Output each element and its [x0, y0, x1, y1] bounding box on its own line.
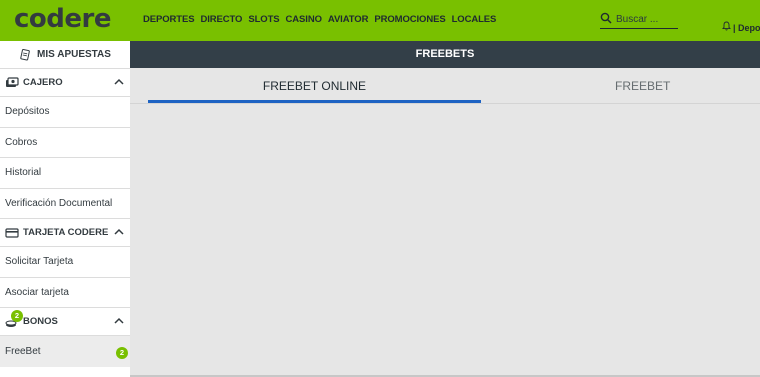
- sidebar-item-historial[interactable]: Historial: [0, 158, 130, 189]
- tab-freebet-online[interactable]: FREEBET ONLINE: [148, 68, 481, 103]
- section-label: CAJERO: [23, 77, 63, 88]
- section-label: TARJETA CODERE: [23, 227, 109, 238]
- deposit-link[interactable]: | Depo: [733, 23, 760, 33]
- search-input[interactable]: [616, 12, 676, 27]
- section-bonos[interactable]: 2 BONOS: [0, 308, 130, 336]
- card-icon: [5, 227, 19, 238]
- codere-logo[interactable]: codere: [14, 4, 111, 34]
- sidebar-item-verificacion[interactable]: Verificación Documental: [0, 189, 130, 219]
- nav-directo[interactable]: DIRECTO: [200, 14, 242, 25]
- bell-icon[interactable]: [722, 21, 731, 31]
- nav-locales[interactable]: LOCALES: [452, 14, 497, 25]
- main-panel: FREEBETS FREEBET ONLINE FREEBET PRESENCI…: [130, 41, 760, 377]
- chevron-up-icon[interactable]: [114, 228, 124, 236]
- tab-freebet-presenciales[interactable]: FREEBET PRESENCIALES: [615, 68, 750, 130]
- sidebar-title: MIS APUESTAS: [37, 49, 111, 60]
- freebet-count-badge: 2: [116, 347, 128, 359]
- sidebar-item-label: FreeBet: [5, 345, 41, 357]
- nav-casino[interactable]: CASINO: [286, 14, 322, 25]
- search-box: [600, 11, 678, 29]
- betslip-icon: [20, 48, 30, 60]
- nav-deportes[interactable]: DEPORTES: [143, 14, 195, 25]
- section-tarjeta[interactable]: TARJETA CODERE: [0, 219, 130, 247]
- sidebar-item-solicitar-tarjeta[interactable]: Solicitar Tarjeta: [0, 247, 130, 278]
- page-title: FREEBETS: [130, 41, 760, 68]
- nav-slots[interactable]: SLOTS: [248, 14, 279, 25]
- chevron-up-icon[interactable]: [114, 317, 124, 325]
- sidebar-item-asociar-tarjeta[interactable]: Asociar tarjeta: [0, 278, 130, 308]
- search-icon[interactable]: [600, 12, 612, 24]
- chevron-up-icon[interactable]: [114, 78, 124, 86]
- tabs-bar: FREEBET ONLINE FREEBET PRESENCIALES: [130, 68, 760, 130]
- sidebar-item-freebet[interactable]: FreeBet 2: [0, 336, 130, 367]
- bonos-badge: 2: [11, 310, 23, 322]
- section-label: BONOS: [23, 316, 58, 327]
- freebet-content-area: [130, 104, 760, 374]
- section-cajero[interactable]: CAJERO: [0, 69, 130, 97]
- nav-aviator[interactable]: AVIATOR: [328, 14, 369, 25]
- sidebar-header[interactable]: MIS APUESTAS: [0, 41, 130, 69]
- sidebar-item-cobros[interactable]: Cobros: [0, 128, 130, 158]
- top-navbar: codere DEPORTES DIRECTO SLOTS CASINO AVI…: [0, 0, 760, 41]
- cash-icon: [6, 76, 19, 87]
- sidebar: MIS APUESTAS CAJERO Depósitos Cobros His…: [0, 41, 130, 377]
- nav-promociones[interactable]: PROMOCIONES: [374, 14, 445, 25]
- sidebar-item-depositos[interactable]: Depósitos: [0, 97, 130, 128]
- main-nav: DEPORTES DIRECTO SLOTS CASINO AVIATOR PR…: [143, 14, 496, 25]
